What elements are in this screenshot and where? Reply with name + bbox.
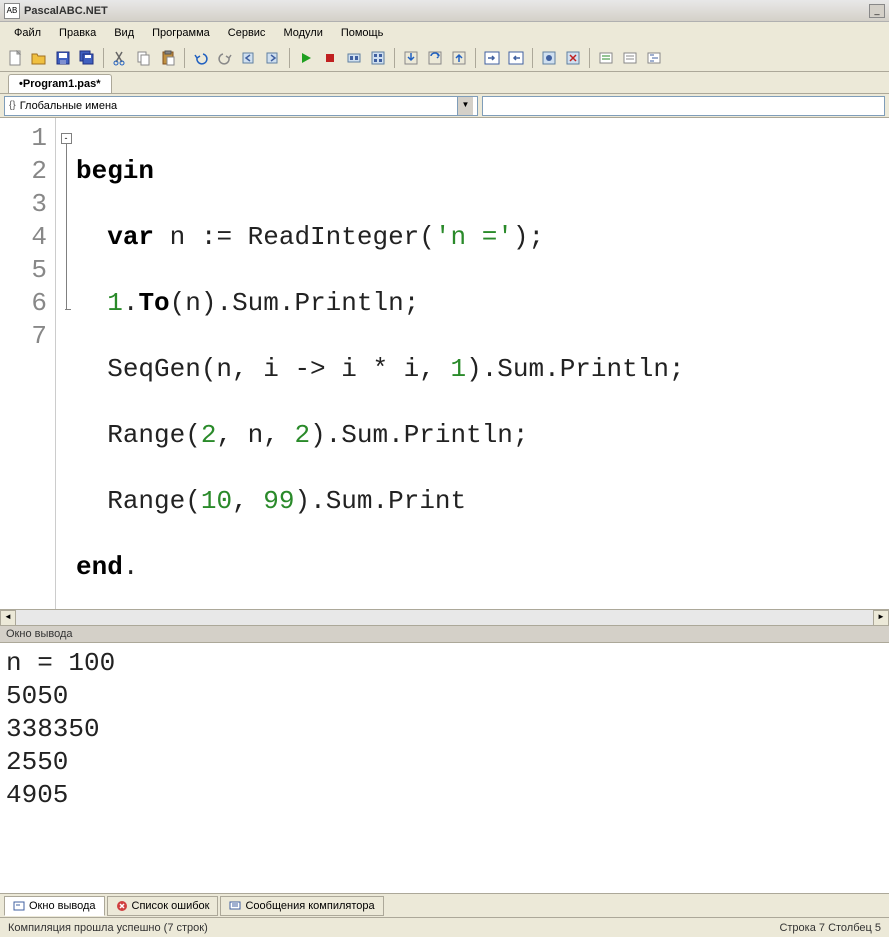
keyword: To: [138, 288, 169, 318]
line-number: 1: [0, 122, 55, 155]
line-number: 5: [0, 254, 55, 287]
keyword: end: [76, 552, 123, 582]
menu-edit[interactable]: Правка: [51, 25, 104, 41]
menu-program[interactable]: Программа: [144, 25, 218, 41]
status-compile-result: Компиляция прошла успешно (7 строк): [8, 922, 208, 934]
run-button[interactable]: [295, 47, 317, 69]
menu-modules[interactable]: Модули: [275, 25, 330, 41]
nav-dropdown-row: {} Глобальные имена ▼: [0, 94, 889, 118]
fold-toggle[interactable]: -: [61, 133, 72, 144]
save-button[interactable]: [52, 47, 74, 69]
line-number: 4: [0, 221, 55, 254]
string-literal: 'n =': [435, 222, 513, 252]
step-into-button[interactable]: [400, 47, 422, 69]
status-cursor-pos: Строка 7 Столбец 5: [779, 922, 881, 934]
nav-back-button[interactable]: [238, 47, 260, 69]
toggle-bookmark-button[interactable]: [538, 47, 560, 69]
compile-button[interactable]: [343, 47, 365, 69]
output-panel-header: Окно вывода: [0, 625, 889, 643]
tab-compiler-messages[interactable]: Сообщения компилятора: [220, 896, 383, 916]
code-editor[interactable]: 1 2 3 4 5 6 7 - begin var n := ReadInteg…: [0, 118, 889, 609]
scope-dropdown[interactable]: {} Глобальные имена ▼: [4, 96, 478, 116]
titlebar: AB PascalABC.NET _: [0, 0, 889, 22]
uncomment-button[interactable]: [619, 47, 641, 69]
menu-file[interactable]: Файл: [6, 25, 49, 41]
tab-output[interactable]: Окно вывода: [4, 896, 105, 916]
menu-view[interactable]: Вид: [106, 25, 142, 41]
output-panel-content[interactable]: n = 100 5050 338350 2550 4905: [0, 643, 889, 893]
member-dropdown[interactable]: [482, 96, 885, 116]
line-number: 7: [0, 320, 55, 353]
save-all-button[interactable]: [76, 47, 98, 69]
paste-button[interactable]: [157, 47, 179, 69]
comment-button[interactable]: [595, 47, 617, 69]
number-literal: 10: [201, 486, 232, 516]
minimize-button[interactable]: _: [869, 4, 885, 18]
stop-button[interactable]: [319, 47, 341, 69]
scroll-track[interactable]: [16, 610, 873, 625]
tab-output-label: Окно вывода: [29, 900, 96, 912]
keyword: var: [107, 222, 154, 252]
toolbar-separator: [394, 48, 395, 68]
output-icon: [13, 900, 25, 912]
cut-button[interactable]: [109, 47, 131, 69]
line-number: 6: [0, 287, 55, 320]
window-title: PascalABC.NET: [24, 5, 867, 17]
line-gutter: 1 2 3 4 5 6 7: [0, 118, 56, 609]
code-content[interactable]: begin var n := ReadInteger('n ='); 1.To(…: [76, 118, 889, 609]
scroll-right-button[interactable]: ►: [873, 610, 889, 626]
app-icon: AB: [4, 3, 20, 19]
indent-right-button[interactable]: [481, 47, 503, 69]
file-tab-program1[interactable]: •Program1.pas*: [8, 74, 112, 93]
toolbar-separator: [475, 48, 476, 68]
message-icon: [229, 900, 241, 912]
undo-button[interactable]: [190, 47, 212, 69]
tab-errors[interactable]: Список ошибок: [107, 896, 219, 916]
horizontal-scrollbar[interactable]: ◄ ►: [0, 609, 889, 625]
number-literal: 1: [107, 288, 123, 318]
step-over-button[interactable]: [424, 47, 446, 69]
toolbar-separator: [532, 48, 533, 68]
indent-left-button[interactable]: [505, 47, 527, 69]
format-button[interactable]: [643, 47, 665, 69]
number-literal: 1: [450, 354, 466, 384]
file-tabbar: •Program1.pas*: [0, 72, 889, 94]
redo-button[interactable]: [214, 47, 236, 69]
scroll-left-button[interactable]: ◄: [0, 610, 16, 626]
fold-line: [66, 144, 67, 309]
braces-icon: {}: [9, 100, 16, 111]
statusbar: Компиляция прошла успешно (7 строк) Стро…: [0, 917, 889, 937]
step-out-button[interactable]: [448, 47, 470, 69]
toolbar: [0, 44, 889, 72]
toolbar-separator: [103, 48, 104, 68]
scope-dropdown-label: Глобальные имена: [20, 100, 118, 112]
fold-column: -: [56, 118, 76, 609]
keyword: begin: [76, 156, 154, 186]
menubar: Файл Правка Вид Программа Сервис Модули …: [0, 22, 889, 44]
bottom-tabbar: Окно вывода Список ошибок Сообщения комп…: [0, 893, 889, 917]
nav-forward-button[interactable]: [262, 47, 284, 69]
chevron-down-icon: ▼: [457, 97, 473, 115]
tab-compiler-label: Сообщения компилятора: [245, 900, 374, 912]
line-number: 3: [0, 188, 55, 221]
new-file-button[interactable]: [4, 47, 26, 69]
error-icon: [116, 900, 128, 912]
toolbar-separator: [289, 48, 290, 68]
number-literal: 2: [294, 420, 310, 450]
menu-service[interactable]: Сервис: [220, 25, 274, 41]
clear-bookmarks-button[interactable]: [562, 47, 584, 69]
open-file-button[interactable]: [28, 47, 50, 69]
copy-button[interactable]: [133, 47, 155, 69]
line-number: 2: [0, 155, 55, 188]
toolbar-separator: [184, 48, 185, 68]
fold-end: [65, 309, 71, 310]
toolbar-separator: [589, 48, 590, 68]
tab-errors-label: Список ошибок: [132, 900, 210, 912]
menu-help[interactable]: Помощь: [333, 25, 392, 41]
build-button[interactable]: [367, 47, 389, 69]
number-literal: 2: [201, 420, 217, 450]
number-literal: 99: [263, 486, 294, 516]
